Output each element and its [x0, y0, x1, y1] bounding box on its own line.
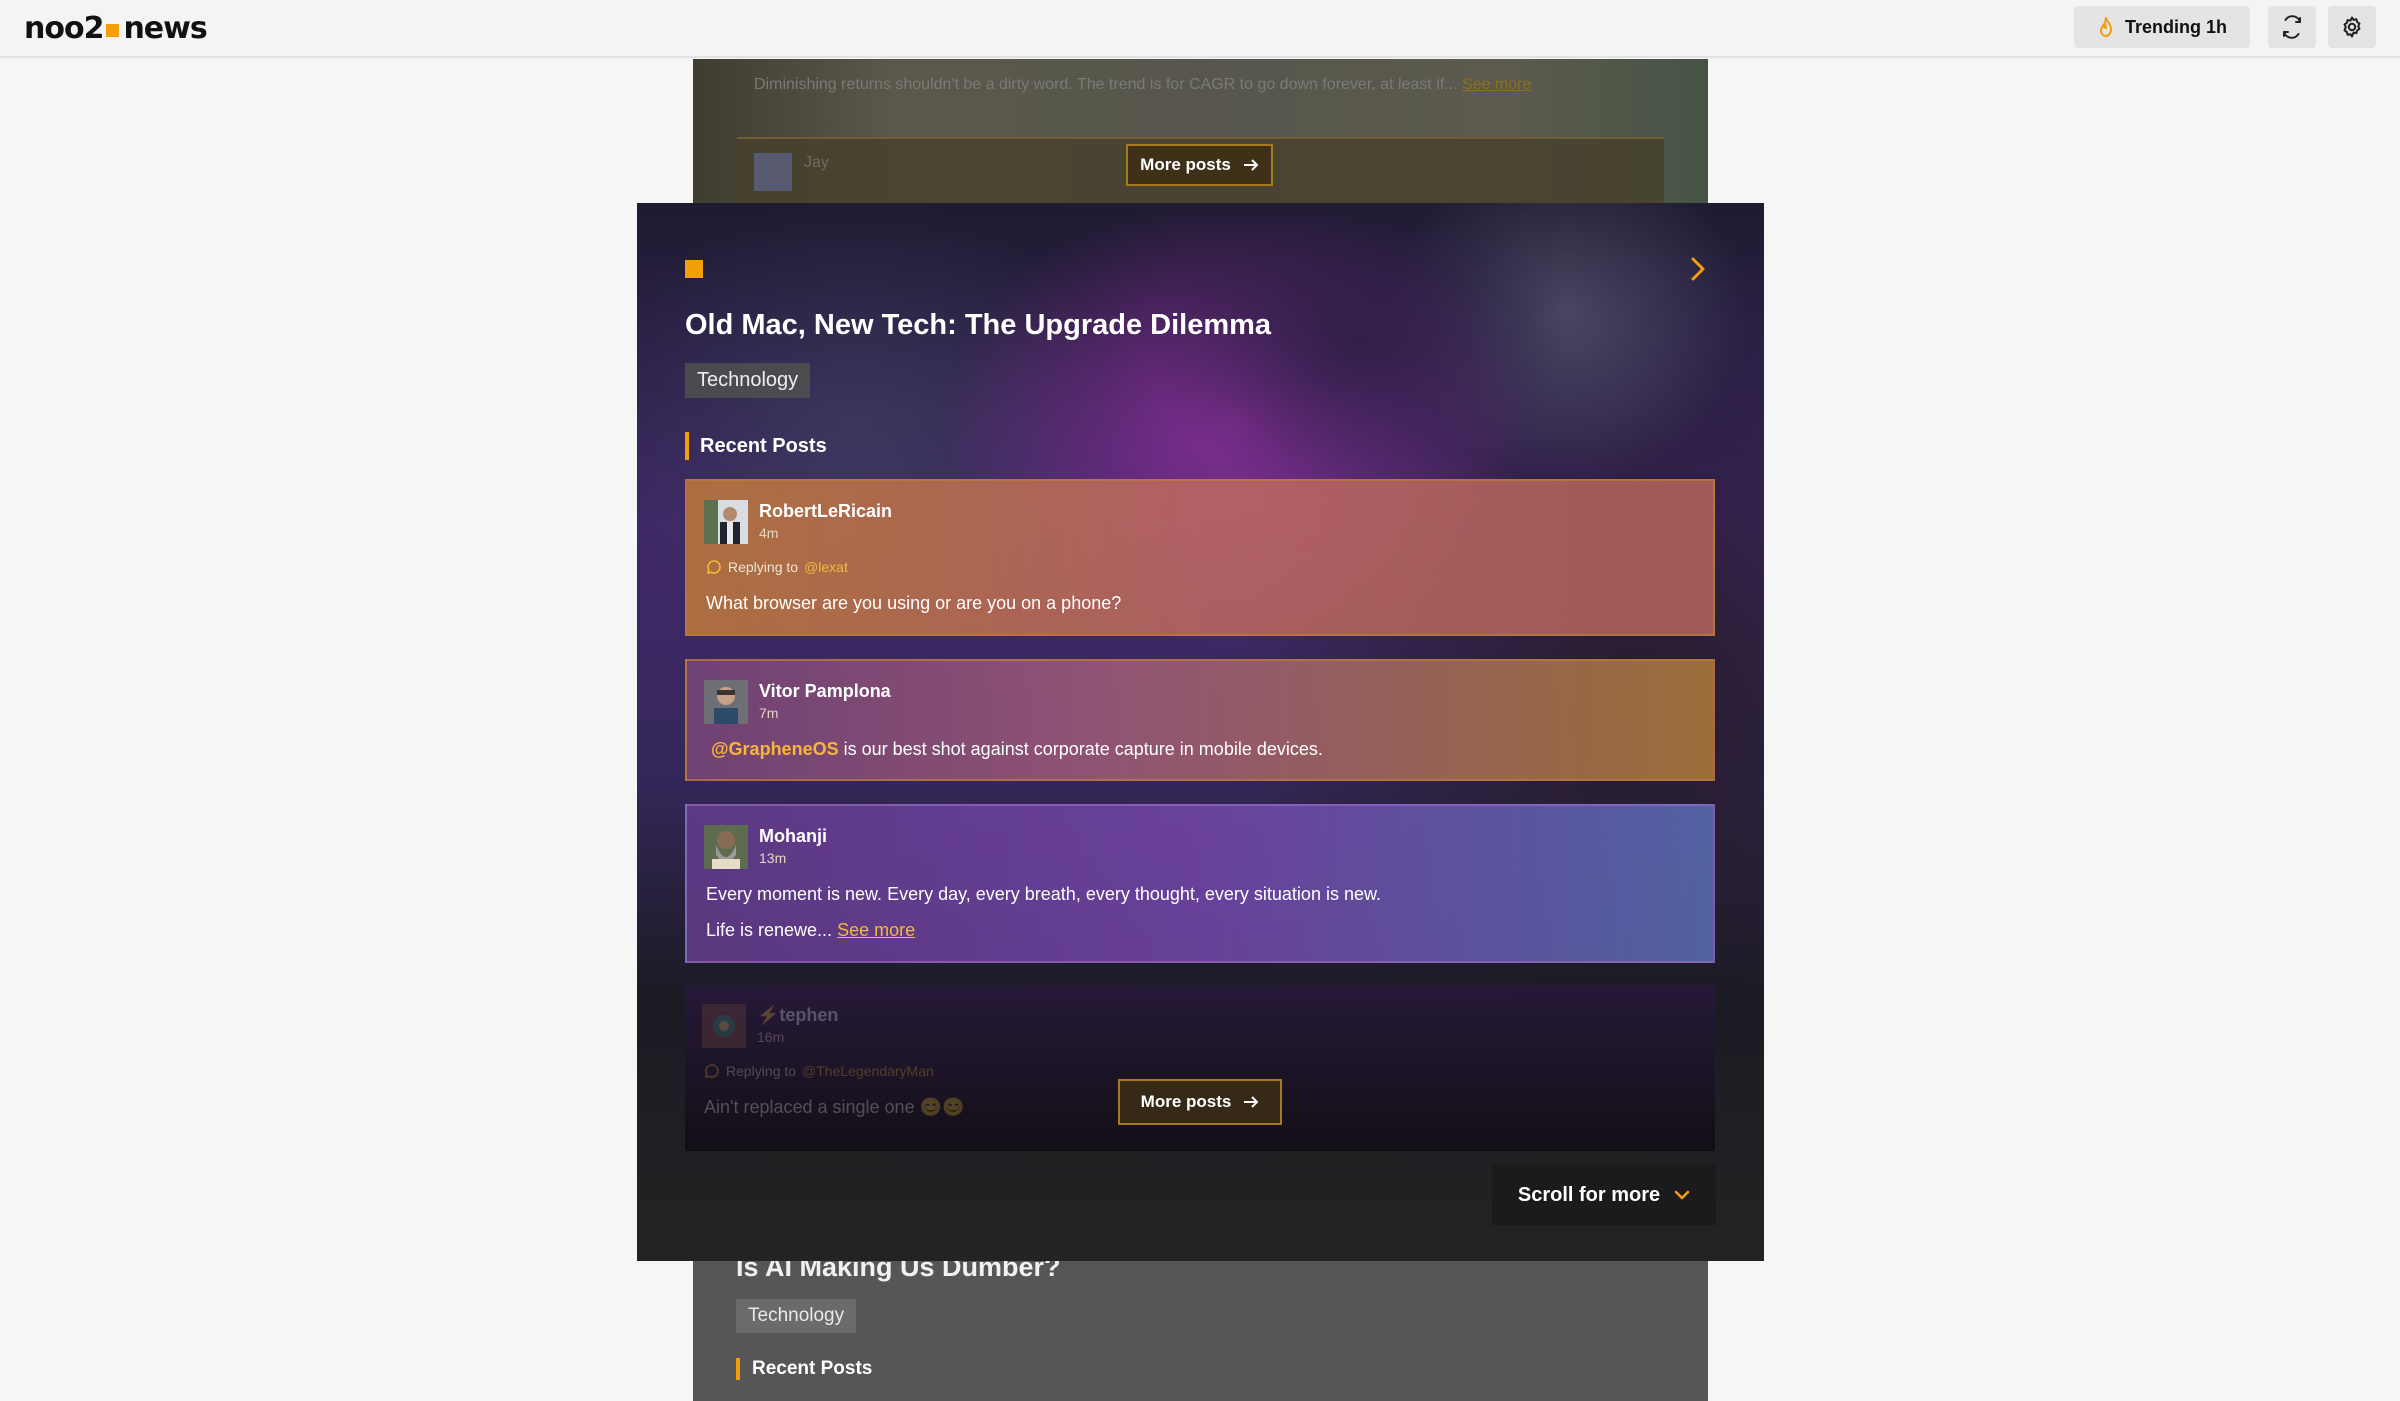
avatar: [704, 500, 748, 544]
trending-label: Trending 1h: [2124, 16, 2227, 37]
mention-link[interactable]: @GrapheneOS: [711, 739, 839, 759]
gear-icon: [2343, 16, 2361, 38]
more-posts-button[interactable]: More posts: [1126, 144, 1273, 186]
category-chip[interactable]: Technology: [685, 363, 811, 398]
post-card[interactable]: Vitor Pamplona 7m @GrapheneOS is our bes…: [685, 659, 1715, 781]
more-posts-label: More posts: [1140, 1092, 1232, 1111]
post-snippet: Diminishing returns shouldn't be a dirty…: [754, 76, 1584, 94]
post-author[interactable]: ⚡tephen: [757, 1005, 838, 1026]
snippet-text: Diminishing returns shouldn't be a dirty…: [754, 76, 1458, 93]
post-text-truncated: Life is renewe...: [706, 920, 833, 940]
post-author[interactable]: Vitor Pamplona: [759, 681, 891, 702]
post-time: 7m: [759, 705, 779, 721]
chevron-right-icon[interactable]: [1685, 255, 1709, 283]
avatar: [702, 1004, 746, 1048]
logo-text-right: news: [123, 11, 207, 46]
post-text-continued: Life is renewe... See more: [706, 912, 915, 948]
scroll-label: Scroll for more: [1517, 1183, 1661, 1206]
post-time: 16m: [757, 1029, 785, 1045]
see-more-link[interactable]: See more: [1462, 76, 1531, 93]
reply-context: Replying to @TheLegendaryMan: [704, 1063, 934, 1079]
post-time: 13m: [759, 850, 787, 866]
flame-icon: [2099, 17, 2112, 37]
avatar-vitor-image: [704, 680, 748, 724]
more-posts-label: More posts: [1140, 155, 1231, 174]
post-time: 4m: [759, 525, 779, 541]
avatar-mohanji-image: [704, 825, 748, 869]
post-author: Jay: [804, 154, 829, 171]
post-author[interactable]: Mohanji: [759, 826, 827, 847]
post-text: @GrapheneOS is our best shot against cor…: [711, 731, 1323, 767]
logo-text-left: noo2: [24, 11, 104, 46]
category-chip[interactable]: Technology: [736, 1299, 857, 1333]
logo[interactable]: noo2 news: [24, 11, 208, 46]
post-card[interactable]: Mohanji 13m Every moment is new. Every d…: [685, 804, 1715, 963]
top-bar: noo2 news Trending 1h: [0, 0, 2400, 58]
arrow-right-icon: [1243, 159, 1259, 171]
post-text: Ain't replaced a single one 😊😊: [704, 1097, 965, 1117]
post-author[interactable]: RobertLeRicain: [759, 501, 892, 522]
post-text-rest: is our best shot against corporate captu…: [843, 739, 1323, 759]
trending-filter-button[interactable]: Trending 1h: [2074, 6, 2250, 48]
reply-to-link[interactable]: @lexat: [804, 559, 848, 575]
reply-context: Replying to @lexat: [706, 559, 848, 575]
speech-bubble-icon: [704, 1064, 719, 1079]
reply-prefix: Replying to: [726, 1063, 797, 1079]
reply-to-link[interactable]: @TheLegendaryMan: [802, 1063, 934, 1079]
avatar: [704, 680, 748, 724]
refresh-icon: [2283, 15, 2301, 39]
reply-prefix: Replying to: [728, 559, 799, 575]
chevron-down-icon: [1674, 1190, 1690, 1200]
topic-card: Old Mac, New Tech: The Upgrade Dilemma T…: [637, 203, 1764, 1261]
post-text: Every moment is new. Every day, every br…: [706, 884, 1381, 904]
arrow-right-icon: [1244, 1096, 1259, 1108]
avatar: [704, 825, 748, 869]
refresh-button[interactable]: [2268, 6, 2316, 48]
post-text: What browser are you using or are you on…: [706, 593, 1122, 613]
post-card[interactable]: ⚡tephen 16m Replying to @TheLegendaryMan…: [685, 985, 1715, 1151]
avatar-tephen-image: [702, 1004, 746, 1048]
avatar-robert-image: [704, 500, 748, 544]
topic-marker-icon: [685, 260, 703, 278]
topic-title[interactable]: Old Mac, New Tech: The Upgrade Dilemma: [685, 309, 1271, 342]
scroll-for-more-button[interactable]: Scroll for more: [1492, 1165, 1716, 1225]
recent-posts-heading: Recent Posts: [685, 432, 827, 460]
post-card[interactable]: RobertLeRicain 4m Replying to @lexat Wha…: [685, 479, 1715, 636]
speech-bubble-icon: [706, 560, 721, 575]
previous-topic-card[interactable]: Diminishing returns shouldn't be a dirty…: [693, 59, 1708, 203]
logo-dot-icon: [106, 24, 120, 37]
recent-posts-heading: Recent Posts: [736, 1358, 872, 1380]
settings-button[interactable]: [2328, 6, 2376, 48]
avatar: [754, 153, 792, 191]
see-more-link[interactable]: See more: [837, 920, 915, 940]
more-posts-button[interactable]: More posts: [1118, 1079, 1282, 1125]
